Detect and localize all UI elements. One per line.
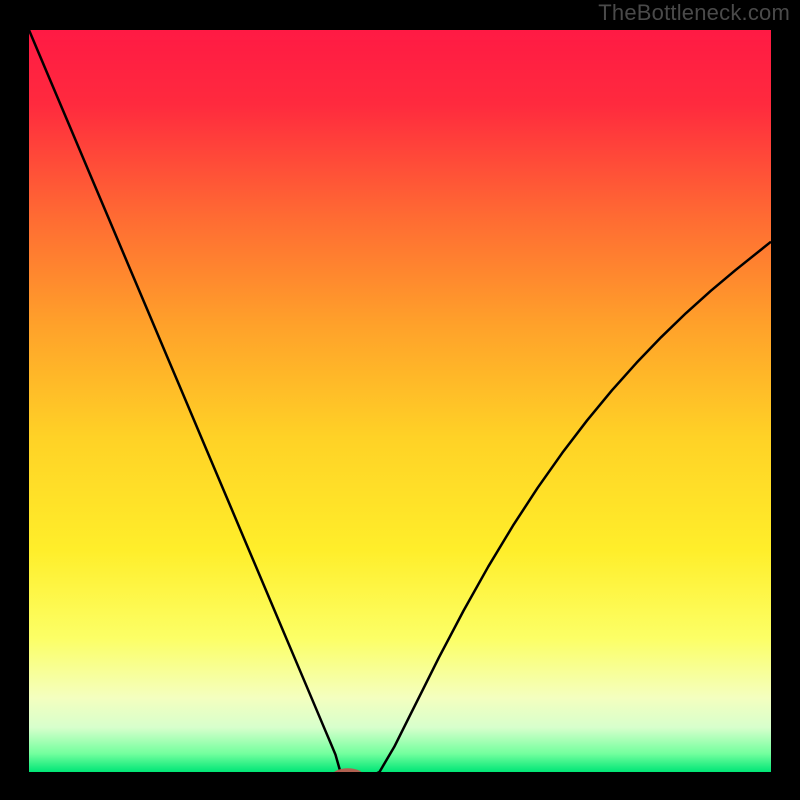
chart-plot xyxy=(0,0,800,800)
watermark-text: TheBottleneck.com xyxy=(598,0,790,26)
chart-gradient-bg xyxy=(29,30,771,772)
chart-frame: TheBottleneck.com xyxy=(0,0,800,800)
